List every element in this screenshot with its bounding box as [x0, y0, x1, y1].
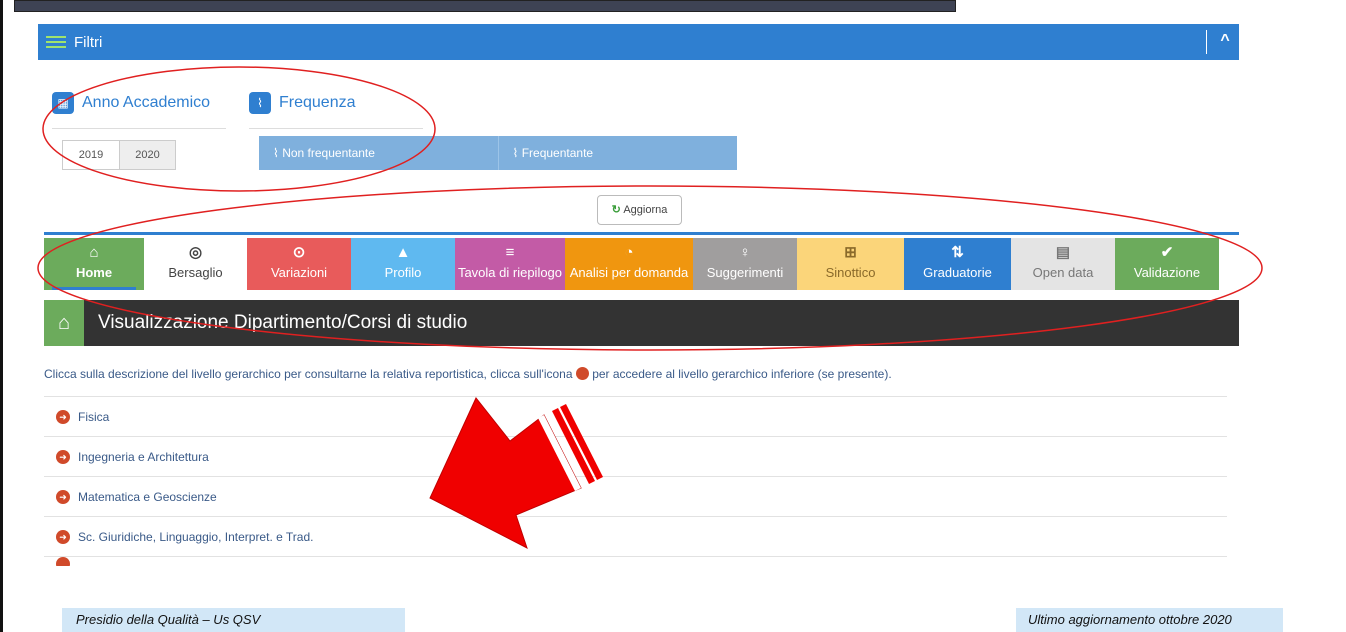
tab-label: Tavola di riepilogo — [457, 265, 563, 280]
home-icon: ⌂ — [89, 244, 99, 261]
tab-label: Suggerimenti — [706, 265, 784, 280]
list-icon: ≡ — [505, 244, 515, 261]
table-icon: ▤ — [1055, 244, 1071, 261]
tab-label: Validazione — [1133, 265, 1201, 280]
refresh-button[interactable]: ↻ Aggiorna — [597, 195, 682, 225]
dashboard-icon: ◔ — [624, 244, 634, 261]
tab-profilo[interactable]: ▲ Profilo — [351, 238, 455, 290]
tab-variazioni[interactable]: ⊙ Variazioni — [247, 238, 351, 290]
tab-validazione[interactable]: ✔ Validazione — [1115, 238, 1219, 290]
sliders-icon — [46, 34, 68, 50]
arrow-right-circle-icon[interactable]: ➜ — [56, 529, 70, 544]
line-chart-icon: ▲ — [395, 244, 411, 261]
tab-home[interactable]: ⌂ Home — [44, 238, 144, 290]
tab-label: Home — [75, 265, 113, 280]
report-tabs: ⌂ Home ◎ Bersaglio ⊙ Variazioni ▲ Profilo ≡ Tavol… — [44, 238, 1239, 290]
department-list: ➜ Fisica ➜ Ingegneria e Architettura ➜ M… — [44, 396, 1227, 566]
arrow-right-circle-icon[interactable]: ➜ — [56, 409, 70, 424]
sort-icon: ⇅ — [951, 244, 964, 261]
slide-border — [0, 0, 3, 632]
divider — [52, 128, 226, 129]
tab-sinottico[interactable]: ⊞ Sinottico — [797, 238, 904, 290]
arrow-right-circle-icon[interactable]: ➜ — [56, 449, 70, 464]
arrow-circle-icon — [575, 367, 589, 380]
tab-bersaglio[interactable]: ◎ Bersaglio — [144, 238, 247, 290]
year-option-2020[interactable]: 2020 — [119, 141, 175, 169]
tab-graduatorie[interactable]: ⇅ Graduatorie — [904, 238, 1011, 290]
footer-right: Ultimo aggiornamento ottobre 2020 — [1016, 608, 1283, 632]
year-option-2019[interactable]: 2019 — [63, 141, 119, 169]
circle-dot-icon: ⊙ — [292, 244, 306, 261]
top-bar — [14, 0, 956, 12]
tab-label: Profilo — [384, 265, 422, 280]
lightbulb-icon: ♀ — [739, 244, 751, 261]
annotation-ellipse-filters — [42, 66, 436, 192]
frequenza-heading: ⌇ Frequenza — [249, 92, 356, 114]
list-item[interactable]: ➜ Fisica — [44, 396, 1227, 436]
list-item[interactable] — [44, 556, 1227, 566]
department-title: Visualizzazione Dipartimento/Corsi di st… — [98, 312, 468, 333]
anno-accademico-heading: ▦ Anno Accademico — [52, 92, 210, 114]
thumbs-up-icon: ✔ — [1160, 244, 1174, 261]
list-item[interactable]: ➜ Matematica e Geoscienze — [44, 476, 1227, 516]
anno-accademico-label: Anno Accademico — [82, 94, 211, 111]
tab-suggerimenti[interactable]: ♀ Suggerimenti — [693, 238, 797, 290]
tab-label: Variazioni — [270, 265, 328, 280]
target-icon: ◎ — [188, 244, 203, 261]
footer-left: Presidio della Qualità – Us QSV — [62, 608, 405, 632]
refresh-icon: ↻ — [611, 204, 621, 216]
department-header: ⌂ Visualizzazione Dipartimento/Corsi di … — [44, 300, 1239, 346]
frequenza-label: Frequenza — [279, 94, 356, 111]
frequency-selector[interactable]: ⌇ Non frequentante ⌇ Frequentante — [259, 136, 737, 170]
list-item[interactable]: ➜ Sc. Giuridiche, Linguaggio, Interpret.… — [44, 516, 1227, 556]
tab-label: Analisi per domanda — [569, 265, 689, 280]
arrow-right-circle-icon[interactable]: ➜ — [56, 489, 70, 504]
year-selector[interactable]: 2019 2020 — [62, 140, 176, 170]
filters-bar[interactable]: Filtri ^ — [38, 24, 1239, 60]
building-icon: ⌂ — [44, 300, 84, 346]
pulse-icon: ⌇ — [249, 92, 271, 114]
tab-open-data[interactable]: ▤ Open data — [1011, 238, 1115, 290]
frequency-option-frequentante[interactable]: ⌇ Frequentante — [497, 136, 737, 170]
nav-rule — [44, 232, 1239, 235]
grid-icon: ⊞ — [844, 244, 857, 261]
tab-label: Graduatorie — [923, 265, 992, 280]
divider — [249, 128, 423, 129]
tab-label: Bersaglio — [168, 265, 223, 280]
list-item[interactable]: ➜ Ingegneria e Architettura — [44, 436, 1227, 476]
filters-title: Filtri — [74, 33, 103, 51]
arrow-right-circle-icon[interactable] — [56, 557, 70, 566]
calendar-icon: ▦ — [52, 92, 74, 114]
tab-label: Open data — [1032, 265, 1094, 280]
tab-analisi-per-domanda[interactable]: ◔ Analisi per domanda — [565, 238, 693, 290]
instructions-text: Clicca sulla descrizione del livello ger… — [44, 367, 892, 381]
tab-tavola-di-riepilogo[interactable]: ≡ Tavola di riepilogo — [455, 238, 565, 290]
tab-label: Sinottico — [825, 265, 876, 280]
frequency-option-non-frequentante[interactable]: ⌇ Non frequentante — [259, 136, 498, 170]
chevron-up-icon[interactable]: ^ — [1216, 32, 1234, 50]
filters-divider — [1206, 30, 1207, 54]
